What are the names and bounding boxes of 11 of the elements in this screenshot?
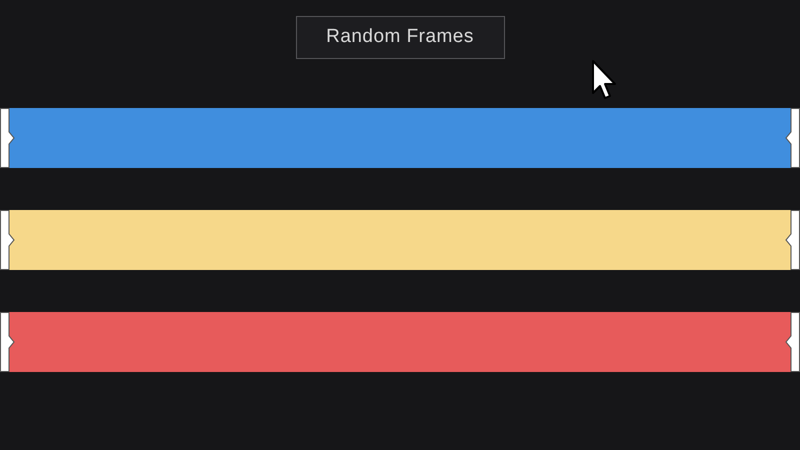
trim-handle[interactable]	[0, 108, 15, 168]
random-frames-button[interactable]: Random Frames	[296, 16, 504, 59]
trim-handle[interactable]	[785, 210, 800, 270]
trim-handle[interactable]	[785, 108, 800, 168]
clip-bar[interactable]	[9, 312, 791, 372]
clip-bar[interactable]	[9, 210, 791, 270]
trim-handle[interactable]	[0, 210, 15, 270]
trim-handle[interactable]	[785, 312, 800, 372]
clip-bar[interactable]	[9, 108, 791, 168]
mouse-cursor-icon	[591, 59, 617, 101]
trim-handle[interactable]	[0, 312, 15, 372]
